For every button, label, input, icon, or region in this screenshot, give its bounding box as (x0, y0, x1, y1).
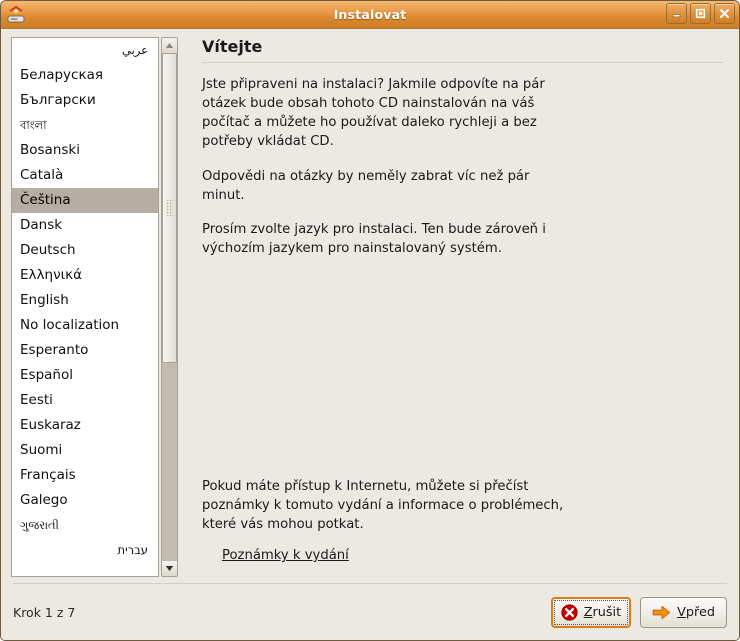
language-list-item[interactable]: Беларуская (12, 63, 158, 88)
language-list-item[interactable]: Euskaraz (12, 413, 158, 438)
window-content: عربي Беларуская Български বাংলা Bosanski Cata… (1, 29, 739, 640)
language-list-item[interactable]: عربي (12, 38, 158, 63)
step-indicator: Krok 1 z 7 (13, 604, 76, 620)
scroll-down-icon[interactable] (162, 561, 177, 576)
language-list-item[interactable]: বাংলা (12, 113, 158, 138)
title-bar[interactable]: Instalovat (1, 1, 739, 29)
welcome-pane: Vítejte Jste připraveni na instalaci? Ja… (178, 37, 729, 577)
language-list-item[interactable]: English (12, 288, 158, 313)
language-list-item[interactable]: Español (12, 363, 158, 388)
language-list-item[interactable]: Bosanski (12, 138, 158, 163)
window-controls (666, 3, 735, 24)
forward-button[interactable]: Vpřed (640, 596, 727, 628)
cancel-button[interactable]: Zrušit (550, 596, 632, 628)
intro-paragraph-2: Odpovědi na otázky by neměly zabrat víc … (202, 168, 530, 203)
language-list-scrollbar[interactable] (161, 37, 178, 577)
language-list-item[interactable]: Ελληνικά (12, 263, 158, 288)
intro-paragraph-1: Jste připraveni na instalaci? Jakmile od… (202, 77, 545, 150)
language-list-item[interactable]: No localization (12, 313, 158, 338)
intro-paragraph-4: Pokud máte přístup k Internetu, můžete s… (202, 478, 564, 532)
cd-drive-icon (5, 4, 27, 26)
language-list-item[interactable]: Català (12, 163, 158, 188)
release-notes-link[interactable]: Poznámky k vydání (222, 548, 349, 563)
forward-arrow-icon (652, 605, 671, 620)
scrollbar-track[interactable] (162, 53, 177, 561)
language-list-item[interactable]: Eesti (12, 388, 158, 413)
upper-area: عربي Беларуская Български বাংলা Bosanski Cata… (1, 29, 739, 577)
language-list-item[interactable]: Suomi (12, 438, 158, 463)
language-list-item[interactable]: Esperanto (12, 338, 158, 363)
language-list-item[interactable]: Français (12, 463, 158, 488)
minimize-button[interactable] (666, 3, 687, 24)
language-list-item[interactable]: Deutsch (12, 238, 158, 263)
language-list[interactable]: عربي Беларуская Български বাংলা Bosanski Cata… (11, 37, 159, 577)
language-list-item[interactable]: Čeština (12, 188, 158, 213)
scrollbar-thumb[interactable] (162, 53, 177, 363)
intro-paragraph-3: Prosím zvolte jazyk pro instalaci. Ten b… (202, 221, 546, 256)
installer-window: Instalovat عربي Беларуская Български বাং… (0, 0, 740, 641)
pane-spacer (202, 273, 723, 476)
cancel-button-label: Zrušit (583, 604, 622, 620)
language-list-item[interactable]: Galego (12, 488, 158, 513)
page-title: Vítejte (202, 37, 263, 56)
language-list-item[interactable]: עברית (12, 538, 158, 563)
language-list-item[interactable]: ગુજરાતી (12, 513, 158, 538)
footer-buttons: Zrušit Vpřed (550, 596, 727, 628)
maximize-button[interactable] (690, 3, 711, 24)
title-divider (202, 62, 723, 63)
language-list-item[interactable]: Български (12, 88, 158, 113)
footer-button-bar: Krok 1 z 7 Zrušit Vpřed (1, 584, 739, 640)
scrollbar-grip-icon (166, 198, 173, 217)
release-notes-block: Pokud máte přístup k Internetu, můžete s… (202, 477, 723, 577)
language-list-item[interactable]: Dansk (12, 213, 158, 238)
window-title: Instalovat (333, 7, 407, 22)
cancel-error-icon (561, 603, 578, 621)
forward-button-label: Vpřed (677, 604, 715, 620)
close-button[interactable] (714, 3, 735, 24)
scroll-up-icon[interactable] (162, 38, 177, 53)
